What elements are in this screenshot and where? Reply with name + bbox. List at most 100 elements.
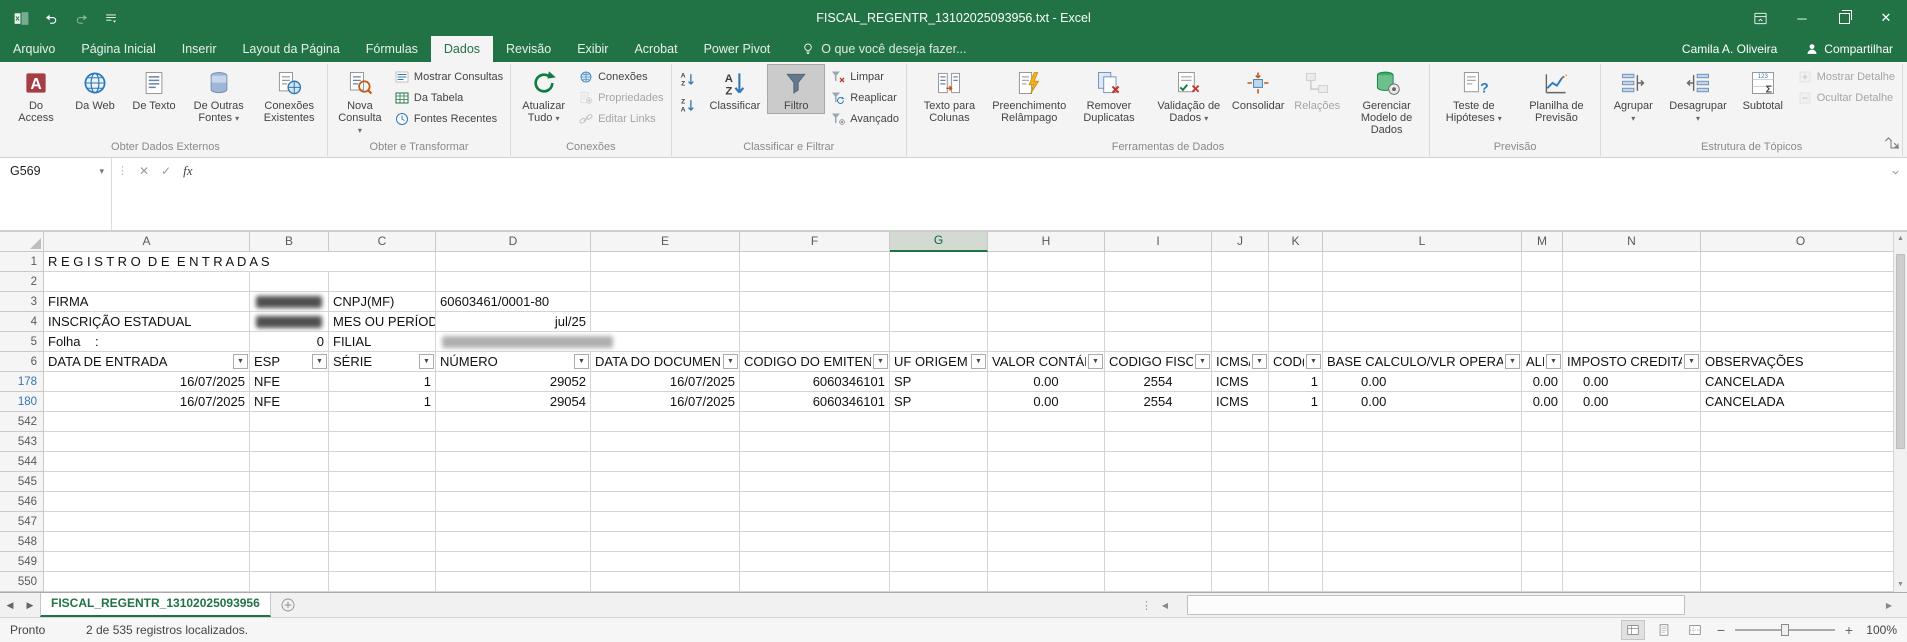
cell[interactable] [1701, 452, 1901, 472]
cell[interactable] [436, 492, 591, 512]
filter-dropdown-button[interactable]: ▼ [1088, 354, 1103, 369]
filter-header-cell[interactable]: OBSERVAÇÕES [1701, 352, 1901, 372]
horizontal-scrollbar[interactable]: ◀ ▶ [1157, 593, 1897, 617]
horizontal-scroll-thumb[interactable] [1187, 595, 1685, 615]
cell[interactable] [1323, 312, 1522, 332]
do-access-button[interactable]: ADo Access [7, 64, 65, 126]
cell[interactable] [1701, 412, 1901, 432]
cell[interactable] [591, 312, 740, 332]
cell[interactable] [890, 532, 988, 552]
cell[interactable] [1323, 292, 1522, 312]
cell[interactable] [988, 312, 1105, 332]
cell[interactable] [329, 532, 436, 552]
tab-inserir[interactable]: Inserir [169, 36, 230, 62]
cell[interactable] [436, 552, 591, 572]
cell[interactable]: 2554 [1105, 392, 1212, 412]
cell[interactable]: 29054 [436, 392, 591, 412]
sheet-nav-right-icon[interactable]: ▶ [20, 600, 40, 611]
row-header[interactable]: 545 [0, 472, 44, 492]
cell[interactable] [1105, 472, 1212, 492]
cell[interactable]: 6060346101 [740, 372, 890, 392]
cell[interactable]: 0.00 [988, 372, 1105, 392]
tab-splitter[interactable]: ⋮ [1136, 599, 1157, 612]
view-page-layout-button[interactable] [1652, 620, 1676, 640]
cell[interactable] [1701, 512, 1901, 532]
cell[interactable] [1212, 492, 1269, 512]
view-page-break-button[interactable] [1683, 620, 1707, 640]
cell[interactable] [740, 292, 890, 312]
cell[interactable] [740, 452, 890, 472]
cell[interactable] [1701, 492, 1901, 512]
cell[interactable]: CANCELADA [1701, 392, 1901, 412]
filter-header-cell[interactable]: CODIGO FISCA▼ [1105, 352, 1212, 372]
cell[interactable] [1563, 252, 1701, 272]
cell[interactable] [740, 432, 890, 452]
cell[interactable]: 16/07/2025 [44, 372, 250, 392]
classificar-button[interactable]: AZClassificar [704, 64, 767, 114]
enter-icon[interactable]: ✓ [155, 158, 177, 230]
cell[interactable] [1212, 552, 1269, 572]
cell[interactable] [436, 412, 591, 432]
column-header-k[interactable]: K [1269, 232, 1323, 252]
cell[interactable]: MES OU PERÍODO/ [329, 312, 436, 332]
cell[interactable]: 1 [329, 392, 436, 412]
cell[interactable] [890, 412, 988, 432]
cell[interactable] [988, 252, 1105, 272]
filter-dropdown-button[interactable]: ▼ [1684, 354, 1699, 369]
cell[interactable] [250, 472, 329, 492]
cell[interactable] [1563, 492, 1701, 512]
cell[interactable] [1522, 432, 1563, 452]
cell[interactable]: 0.00 [1323, 372, 1522, 392]
cell[interactable]: CNPJ(MF) [329, 292, 436, 312]
vertical-scroll-thumb[interactable] [1896, 254, 1905, 449]
conexoes-button[interactable]: Conexões [574, 67, 667, 87]
sheet-tab-active[interactable]: FISCAL_REGENTR_13102025093956 [40, 593, 271, 617]
cell[interactable] [591, 252, 740, 272]
cell[interactable]: 1 [329, 372, 436, 392]
tab-formulas[interactable]: Fórmulas [353, 36, 431, 62]
cell[interactable] [1323, 412, 1522, 432]
sort-descending-button[interactable]: ZA [675, 93, 703, 118]
cell[interactable] [1105, 412, 1212, 432]
cell[interactable] [436, 512, 591, 532]
cell[interactable] [988, 512, 1105, 532]
cell[interactable] [1105, 452, 1212, 472]
cell[interactable] [988, 292, 1105, 312]
cell[interactable] [250, 412, 329, 432]
name-box-dropdown-icon[interactable]: ▾ [96, 166, 107, 177]
zoom-level[interactable]: 100% [1863, 623, 1897, 637]
cell[interactable] [1323, 572, 1522, 592]
cell[interactable] [1323, 512, 1522, 532]
ribbon-display-options-button[interactable] [1739, 0, 1781, 36]
filter-header-cell[interactable]: DATA DE ENTRADA▼ [44, 352, 250, 372]
filter-header-cell[interactable]: CODIGO DO EMITEN▼ [740, 352, 890, 372]
cell[interactable]: jul/25 [436, 312, 591, 332]
cell[interactable]: NFE [250, 392, 329, 412]
cell[interactable] [591, 492, 740, 512]
cell[interactable] [988, 332, 1105, 352]
filter-header-cell[interactable]: SÉRIE▼ [329, 352, 436, 372]
cell[interactable] [890, 552, 988, 572]
cell[interactable]: SP [890, 392, 988, 412]
cell[interactable] [1323, 452, 1522, 472]
column-header-a[interactable]: A [44, 232, 250, 252]
sheet-nav-left-icon[interactable]: ◀ [0, 600, 20, 611]
da-web-button[interactable]: Da Web [66, 64, 124, 114]
filter-header-cell[interactable]: VALOR CONTÁB▼ [988, 352, 1105, 372]
cell[interactable]: 0.00 [1323, 392, 1522, 412]
cell[interactable] [1323, 272, 1522, 292]
cell[interactable] [1701, 312, 1901, 332]
cell[interactable] [1323, 332, 1522, 352]
cell[interactable] [1212, 452, 1269, 472]
cell[interactable] [1105, 492, 1212, 512]
cell[interactable] [1269, 312, 1323, 332]
filter-dropdown-button[interactable]: ▼ [1546, 354, 1561, 369]
cell[interactable]: INSCRIÇÃO ESTADUAL [44, 312, 250, 332]
cell[interactable] [329, 472, 436, 492]
cell[interactable] [1563, 272, 1701, 292]
cell[interactable] [1701, 572, 1901, 592]
cell[interactable] [44, 472, 250, 492]
cell[interactable] [250, 512, 329, 532]
teste-de-hipoteses-button[interactable]: ?Teste de Hipóteses ▾ [1433, 64, 1515, 127]
column-header-h[interactable]: H [988, 232, 1105, 252]
